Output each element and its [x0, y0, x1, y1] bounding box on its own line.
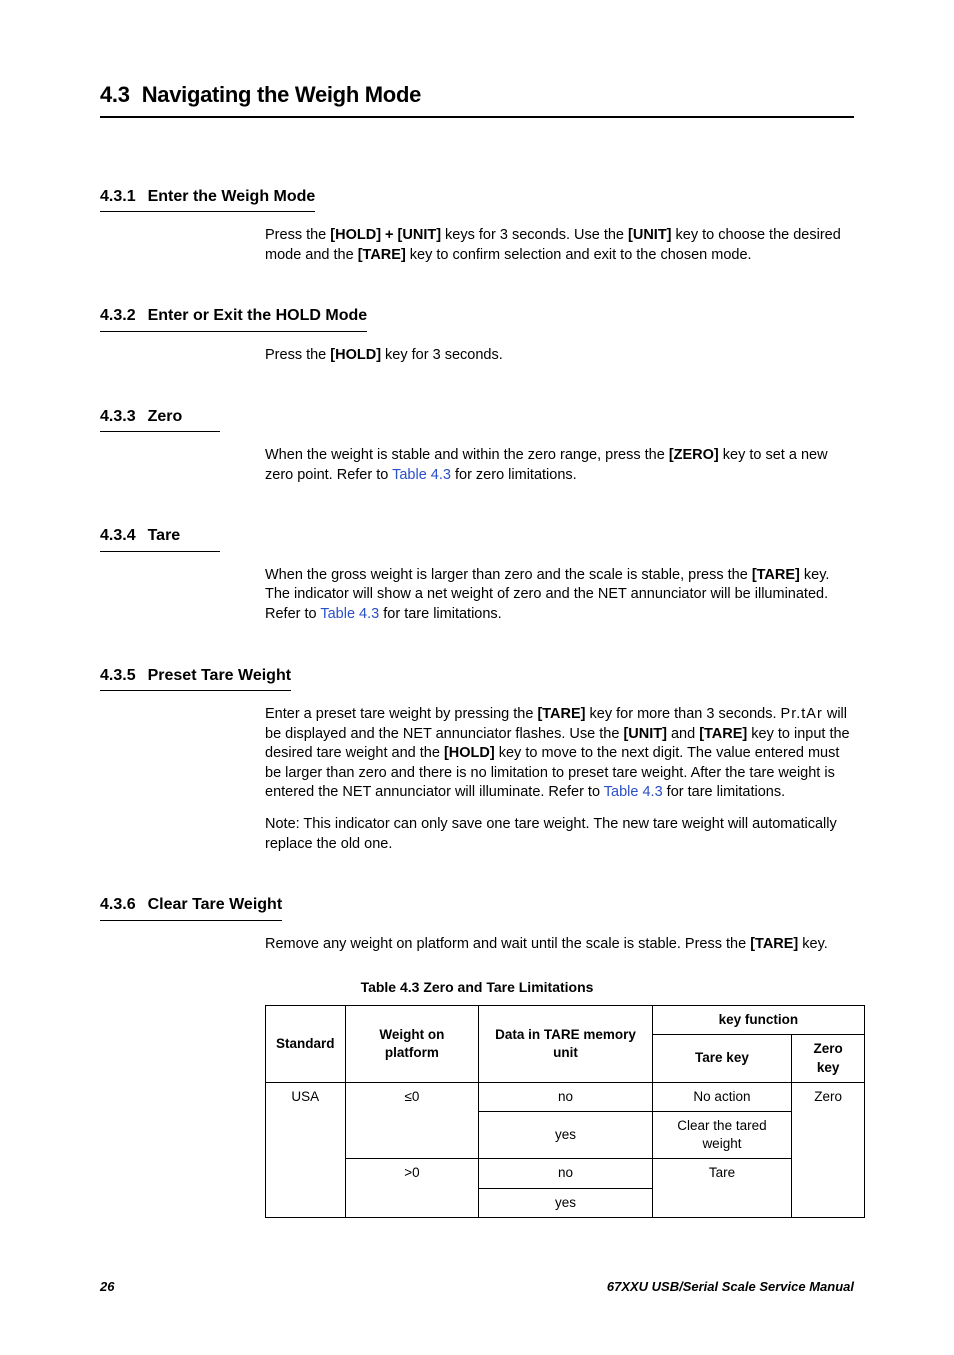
- cell-data: yes: [479, 1188, 652, 1217]
- col-zero-key: Zero key: [792, 1035, 865, 1082]
- cell-tare: Tare: [652, 1159, 792, 1217]
- subheading-title: Preset Tare Weight: [148, 667, 291, 684]
- col-data-tare: Data in TARE memory unit: [479, 1006, 652, 1083]
- cell-data: yes: [479, 1112, 652, 1159]
- cell-weight: ≤0: [345, 1082, 479, 1159]
- heading-4-3: 4.3 Navigating the Weigh Mode: [100, 80, 854, 118]
- table-row: USA ≤0 no No action Zero: [266, 1082, 865, 1111]
- table-row: >0 no Tare: [266, 1159, 865, 1188]
- col-key-function: key function: [652, 1006, 864, 1035]
- subheading-title: Clear Tare Weight: [148, 896, 283, 913]
- subheading-number: 4.3.2: [100, 305, 136, 327]
- cell-weight: >0: [345, 1159, 479, 1217]
- cell-standard: USA: [266, 1082, 346, 1217]
- heading-number: 4.3: [100, 80, 130, 110]
- paragraph-4-3-6: Remove any weight on platform and wait u…: [265, 935, 854, 955]
- cell-data: no: [479, 1159, 652, 1188]
- doc-title: 67XXU USB/Serial Scale Service Manual: [607, 1278, 854, 1296]
- heading-title: Navigating the Weigh Mode: [142, 82, 421, 107]
- cell-tare: Clear the tared weight: [652, 1112, 792, 1159]
- table-header-row: Standard Weight on platform Data in TARE…: [266, 1006, 865, 1035]
- xref-table-4-3[interactable]: Table 4.3: [392, 467, 451, 483]
- heading-4-3-5: 4.3.5 Preset Tare Weight: [100, 665, 291, 692]
- heading-4-3-1: 4.3.1 Enter the Weigh Mode: [100, 186, 315, 213]
- subheading-number: 4.3.5: [100, 665, 136, 687]
- table-caption: Table 4.3 Zero and Tare Limitations: [100, 978, 854, 997]
- xref-table-4-3[interactable]: Table 4.3: [320, 606, 379, 622]
- subheading-number: 4.3.4: [100, 525, 136, 547]
- col-tare-key: Tare key: [652, 1035, 792, 1082]
- paragraph-4-3-2: Press the [HOLD] key for 3 seconds.: [265, 346, 854, 366]
- cell-zero: Zero: [792, 1082, 865, 1217]
- paragraph-4-3-1: Press the [HOLD] + [UNIT] keys for 3 sec…: [265, 226, 854, 265]
- subheading-title: Enter the Weigh Mode: [148, 188, 316, 205]
- xref-table-4-3[interactable]: Table 4.3: [604, 784, 663, 800]
- subheading-title: Tare: [148, 527, 181, 544]
- paragraph-4-3-3: When the weight is stable and within the…: [265, 446, 854, 485]
- paragraph-4-3-5-b: Note: This indicator can only save one t…: [265, 815, 854, 854]
- subheading-number: 4.3.1: [100, 186, 136, 208]
- cell-tare: No action: [652, 1082, 792, 1111]
- subheading-number: 4.3.3: [100, 406, 136, 428]
- heading-4-3-3: 4.3.3 Zero: [100, 406, 220, 433]
- paragraph-4-3-4: When the gross weight is larger than zer…: [265, 566, 854, 625]
- subheading-number: 4.3.6: [100, 894, 136, 916]
- heading-4-3-4: 4.3.4 Tare: [100, 525, 220, 552]
- heading-4-3-2: 4.3.2 Enter or Exit the HOLD Mode: [100, 305, 367, 332]
- col-weight: Weight on platform: [345, 1006, 479, 1083]
- seven-segment-text: Pr.tAr: [781, 706, 823, 722]
- col-standard: Standard: [266, 1006, 346, 1083]
- subheading-title: Zero: [148, 408, 183, 425]
- paragraph-4-3-5-a: Enter a preset tare weight by pressing t…: [265, 705, 854, 803]
- heading-4-3-6: 4.3.6 Clear Tare Weight: [100, 894, 282, 921]
- cell-data: no: [479, 1082, 652, 1111]
- page-footer: 26 67XXU USB/Serial Scale Service Manual: [100, 1278, 854, 1296]
- page-number: 26: [100, 1278, 114, 1296]
- subheading-title: Enter or Exit the HOLD Mode: [148, 307, 368, 324]
- table-4-3: Standard Weight on platform Data in TARE…: [265, 1005, 865, 1218]
